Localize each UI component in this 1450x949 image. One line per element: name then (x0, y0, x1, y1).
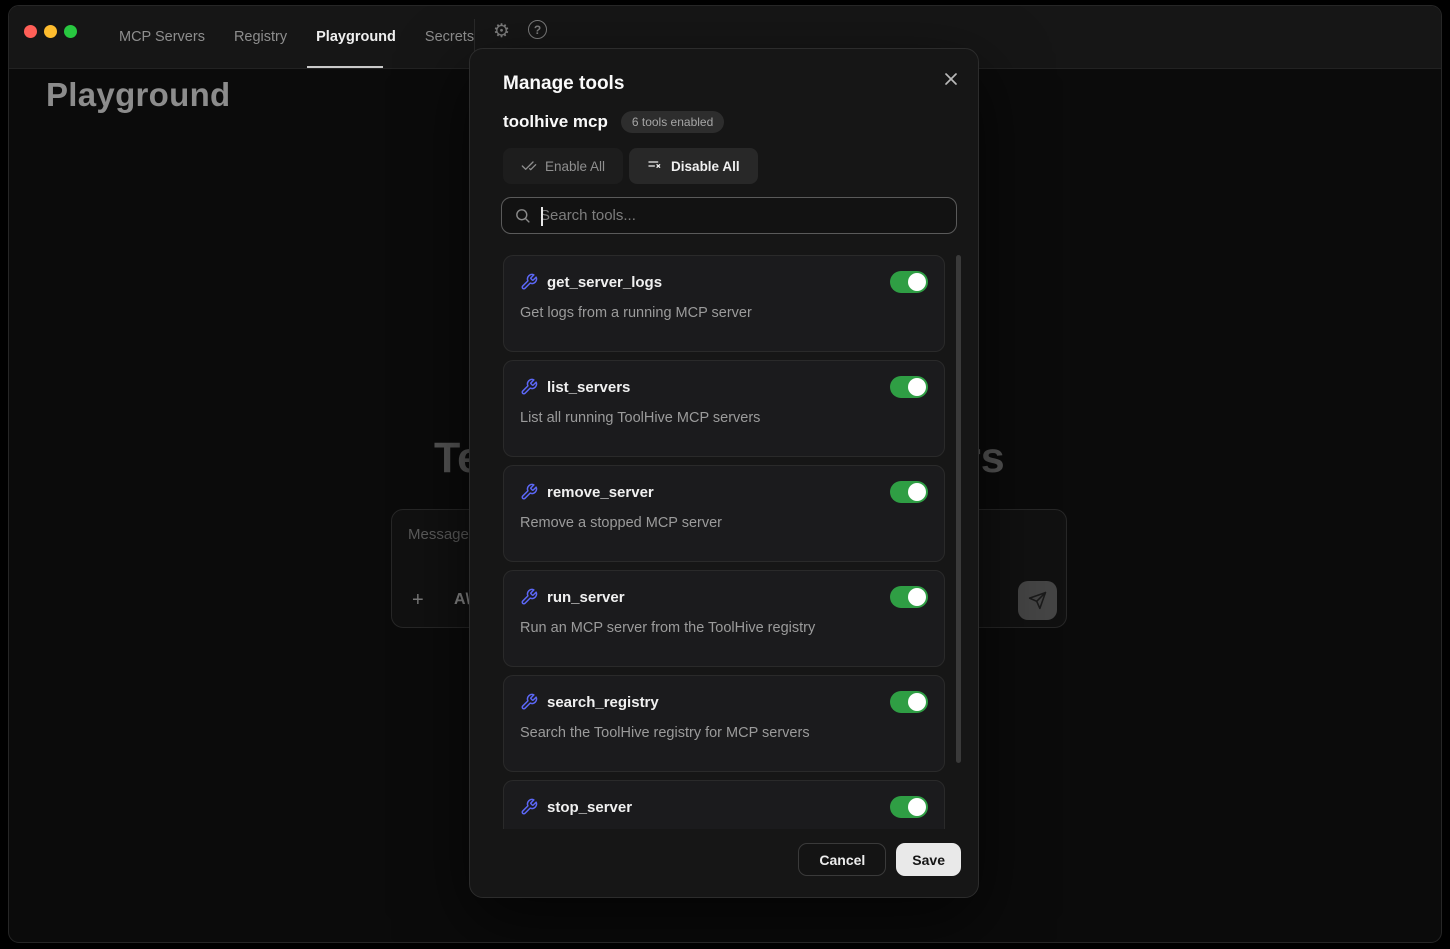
save-button[interactable]: Save (896, 843, 961, 876)
help-icon[interactable]: ? (528, 20, 547, 39)
nav-secrets[interactable]: Secrets (425, 29, 474, 45)
disable-all-label: Disable All (671, 159, 740, 174)
tool-description: Run an MCP server from the ToolHive regi… (520, 620, 928, 636)
tool-card: run_server Run an MCP server from the To… (503, 570, 945, 667)
app-window: MCP Servers Registry Playground Secrets … (8, 5, 1442, 943)
toggle-knob (908, 588, 926, 606)
page-title: Playground (46, 76, 231, 114)
tool-description: Remove a stopped MCP server (520, 515, 928, 531)
nav-mcp-servers[interactable]: MCP Servers (119, 29, 205, 45)
font-icon[interactable]: A\ (454, 592, 470, 608)
tool-toggle[interactable] (890, 586, 928, 608)
tools-enabled-badge: 6 tools enabled (621, 111, 724, 133)
enable-all-button[interactable]: Enable All (503, 148, 623, 184)
server-name: toolhive mcp (503, 112, 608, 132)
wrench-icon (520, 378, 538, 396)
list-x-icon (647, 158, 663, 174)
attach-plus-icon[interactable]: + (412, 590, 424, 610)
settings-gear-icon[interactable]: ⚙ (493, 22, 510, 41)
tool-card: stop_server (503, 780, 945, 829)
server-row: toolhive mcp 6 tools enabled (503, 111, 724, 133)
wrench-icon (520, 588, 538, 606)
tool-description: Get logs from a running MCP server (520, 305, 928, 321)
toggle-knob (908, 693, 926, 711)
dialog-footer: Cancel Save (798, 843, 961, 876)
tool-name: get_server_logs (547, 274, 662, 291)
active-tab-underline (307, 66, 383, 68)
tool-toggle[interactable] (890, 271, 928, 293)
tool-card: list_servers List all running ToolHive M… (503, 360, 945, 457)
wrench-icon (520, 693, 538, 711)
tool-name: search_registry (547, 694, 659, 711)
tool-description: Search the ToolHive registry for MCP ser… (520, 725, 928, 741)
toggle-knob (908, 273, 926, 291)
minimize-window-button[interactable] (44, 25, 57, 38)
tool-card: get_server_logs Get logs from a running … (503, 255, 945, 352)
maximize-window-button[interactable] (64, 25, 77, 38)
tool-name: run_server (547, 589, 625, 606)
wrench-icon (520, 798, 538, 816)
toggle-knob (908, 798, 926, 816)
tool-toggle[interactable] (890, 376, 928, 398)
tool-list[interactable]: get_server_logs Get logs from a running … (503, 255, 945, 829)
toggle-knob (908, 483, 926, 501)
tool-card: search_registry Search the ToolHive regi… (503, 675, 945, 772)
wrench-icon (520, 273, 538, 291)
dialog-title: Manage tools (503, 73, 624, 95)
cancel-button[interactable]: Cancel (798, 843, 886, 876)
traffic-lights (24, 25, 77, 38)
check-check-icon (521, 158, 537, 174)
search-tools-box (501, 197, 957, 234)
enable-all-label: Enable All (545, 159, 605, 174)
wrench-icon (520, 483, 538, 501)
main-nav: MCP Servers Registry Playground Secrets (119, 6, 474, 68)
bulk-actions: Enable All Disable All (503, 148, 758, 184)
nav-registry[interactable]: Registry (234, 29, 287, 45)
tool-name: stop_server (547, 799, 632, 816)
send-paper-plane-icon (1028, 591, 1047, 610)
tool-name: remove_server (547, 484, 654, 501)
disable-all-button[interactable]: Disable All (629, 148, 758, 184)
composer-placeholder: Message C (408, 526, 478, 543)
send-button[interactable] (1018, 581, 1057, 620)
nav-playground[interactable]: Playground (316, 29, 396, 45)
tool-toggle[interactable] (890, 796, 928, 818)
close-window-button[interactable] (24, 25, 37, 38)
tool-toggle[interactable] (890, 691, 928, 713)
toggle-knob (908, 378, 926, 396)
search-tools-input[interactable] (538, 206, 944, 225)
tool-card: remove_server Remove a stopped MCP serve… (503, 465, 945, 562)
screen: MCP Servers Registry Playground Secrets … (0, 0, 1450, 949)
tool-name: list_servers (547, 379, 630, 396)
close-icon[interactable] (941, 69, 961, 89)
text-caret (541, 207, 543, 226)
search-icon (514, 207, 531, 224)
tool-description: List all running ToolHive MCP servers (520, 410, 928, 426)
tool-toggle[interactable] (890, 481, 928, 503)
manage-tools-dialog: Manage tools toolhive mcp 6 tools enable… (469, 48, 979, 898)
scrollbar-thumb[interactable] (956, 255, 961, 763)
